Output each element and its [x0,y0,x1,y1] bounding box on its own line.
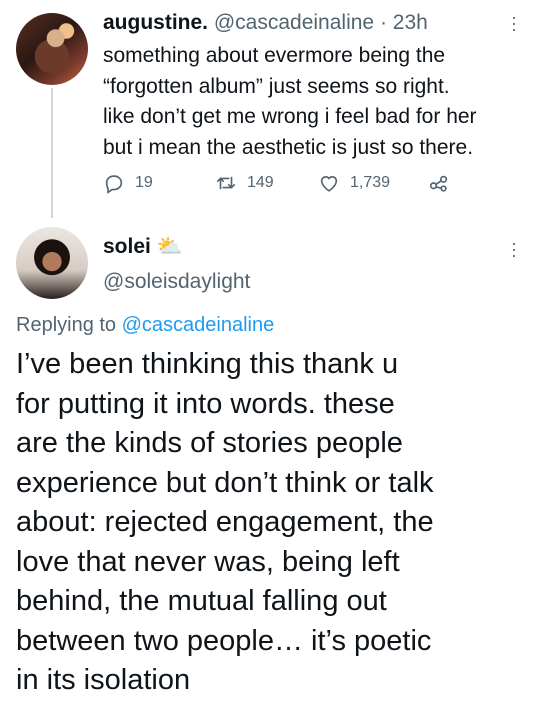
replying-to: Replying to @cascadeinaline [16,314,274,337]
tweet1-text-line: but i mean the aesthetic is just so ther… [103,135,474,159]
tweet1-text-line: “forgotten album” just seems so right. [103,74,450,98]
reply-button[interactable]: 19 [103,172,153,194]
tweet1-text-line: like don’t get me wrong i feel bad for h… [103,105,477,128]
retweet-icon [216,176,236,190]
avatar-solei[interactable] [16,227,88,299]
tweet2-text-line: in its isolation [16,664,191,696]
more-vertical-icon[interactable]: · · · [507,8,521,38]
retweet-count: 149 [247,174,274,191]
tweet2-text-line: experience but don’t think or talk [16,466,434,499]
tweet2-display-name[interactable]: solei [103,235,151,259]
tweet2-text: I’ve been thinking this thank u for putt… [16,345,531,701]
tweet2-name-row: solei ⛅ [103,235,183,259]
heart-icon [320,176,338,192]
tweet2-text-line: behind, the mutual falling out [16,585,387,617]
tweet1-text-line: something about evermore being the [103,44,446,67]
thread-line [51,88,53,218]
tweet2-text-line: between two people… it’s poetic [16,624,432,657]
tweet2-text-line: I’ve been thinking this thank u [16,348,399,380]
reply-count: 19 [135,174,153,191]
tweet2-text-line: for putting it into words. these [16,387,395,420]
avatar-augustine[interactable] [16,13,88,85]
tweet1-time[interactable]: 23h [393,11,428,34]
tweet1-header: augustine. @cascadeinaline · 23h [103,10,428,36]
tweet1-display-name[interactable]: augustine. [103,11,208,34]
like-count: 1,739 [350,174,391,191]
tweet2-handle[interactable]: @soleisdaylight [103,270,250,294]
like-button[interactable]: 1,739 [318,172,390,194]
tweet1-text: something about evermore being the “forg… [103,41,523,163]
sun-behind-cloud-icon: ⛅ [156,235,184,258]
tweet2-text-line: about: rejected engagement, the [16,506,434,538]
tweet2-text-line: are the kinds of stories people [16,427,403,459]
more-vertical-icon[interactable]: · · · [507,234,521,264]
replying-to-link[interactable]: @cascadeinaline [122,314,275,336]
retweet-button[interactable]: 149 [215,172,274,194]
replying-to-label: Replying to [16,314,117,336]
share-button[interactable] [428,172,460,194]
reply-icon [105,175,123,194]
tweet2-text-line: love that never was, being left [16,545,400,578]
tweet1-separator: · [379,11,387,34]
tweet1-handle[interactable]: @cascadeinaline [214,11,374,34]
share-icon [429,175,448,192]
